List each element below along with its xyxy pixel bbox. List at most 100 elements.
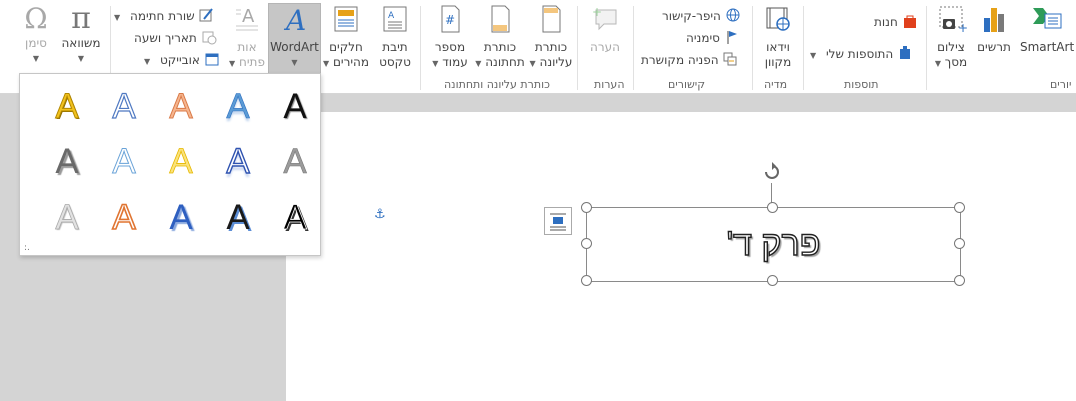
signature-pen-icon	[199, 8, 214, 22]
group-separator	[420, 6, 421, 90]
signature-line-button[interactable]: ▼ שורת חתימה	[114, 7, 214, 26]
wordart-style-black-blue-shadow[interactable]: A	[215, 195, 261, 241]
quick-parts-button[interactable]: חלקים ▼ מהירים	[322, 4, 370, 71]
header-icon	[542, 5, 561, 33]
wordart-style-gray-shadow[interactable]: A	[44, 139, 90, 185]
hyperlink-label: היפר-קישור	[662, 9, 721, 23]
wordart-style-orange-outline[interactable]: A	[101, 195, 147, 241]
group-separator	[803, 6, 804, 90]
wordart-style-yellow[interactable]: A	[158, 139, 204, 185]
group-separator	[926, 6, 927, 90]
wordart-style-blue-reflect-outline[interactable]: A	[215, 139, 261, 185]
wordart-style-blue-outline[interactable]: A	[101, 84, 147, 130]
wordart-button[interactable]: A WordArt ▼	[268, 3, 321, 75]
cross-reference-button[interactable]: הפניה מקושרת	[641, 51, 738, 70]
smartart-label: SmartArt	[1020, 40, 1075, 54]
resize-handle-top[interactable]	[767, 202, 778, 213]
footer-button[interactable]: כותרת ▼ תחתונה	[474, 4, 526, 71]
quick-parts-label-2: מהירים	[332, 55, 370, 69]
new-comment-button[interactable]: + הערה	[580, 4, 630, 55]
text-box-label-1: תיבת	[382, 40, 408, 54]
resize-handle-bottom-left[interactable]	[581, 275, 592, 286]
svg-text:+: +	[592, 5, 602, 19]
text-box-button[interactable]: A תיבת טקסט	[372, 4, 418, 70]
footer-label-2-row: ▼ תחתונה	[474, 55, 526, 71]
group-label-addins: תוספות	[844, 78, 879, 91]
chevron-down-icon: ▼	[529, 59, 536, 68]
resize-handle-bottom[interactable]	[767, 275, 778, 286]
quick-parts-label-1: חלקים	[329, 40, 363, 54]
rotate-icon	[765, 162, 779, 179]
wordart-style-black-white-outline[interactable]: A	[272, 195, 318, 241]
rotate-handle[interactable]	[760, 160, 784, 184]
chevron-down-icon: ▼	[934, 59, 941, 68]
anchor-icon: ⚓	[374, 207, 386, 222]
resize-grip-icon[interactable]: :.	[24, 243, 30, 253]
symbol-label: סימן	[25, 36, 47, 50]
page-number-label-1: מספר	[434, 40, 466, 54]
text-box-label-2: טקסט	[379, 55, 411, 69]
screenshot-label-1: צילום	[937, 40, 965, 54]
wordart-style-blue-bevel[interactable]: A	[158, 195, 204, 241]
symbol-button[interactable]: Ω סימן ▼	[14, 4, 58, 66]
equation-button[interactable]: π משוואה ▼	[56, 4, 106, 66]
drop-cap-label-2: פתיח	[239, 55, 265, 69]
object-button[interactable]: ▼ אובייקט	[144, 51, 220, 70]
chevron-down-icon: ▼	[432, 59, 439, 68]
date-time-button[interactable]: תאריך ושעה	[134, 29, 217, 48]
omega-icon: Ω	[24, 2, 48, 35]
chevron-down-icon: ▼	[32, 54, 40, 63]
group-separator	[752, 6, 753, 90]
wordart-style-orange-gradient[interactable]: A	[158, 84, 204, 130]
group-label-media: מדיה	[764, 78, 788, 91]
pi-icon: π	[71, 1, 91, 36]
svg-text:A: A	[242, 6, 255, 27]
my-addins-button[interactable]: ▼ התוספות שלי	[810, 45, 913, 64]
header-button[interactable]: כותרת ▼ עליונה	[526, 4, 576, 71]
store-icon	[903, 15, 916, 28]
page-number-button[interactable]: # מספר ▼ עמוד	[426, 4, 474, 71]
hyperlink-button[interactable]: היפר-קישור	[662, 7, 741, 26]
wordart-style-light-blue-outline[interactable]: A	[101, 139, 147, 185]
wordart-icon: A	[283, 4, 306, 37]
bookmark-label: סימניה	[686, 31, 720, 45]
drop-cap-button[interactable]: A אות ▼ פתיח	[228, 4, 266, 71]
resize-handle-left[interactable]	[581, 238, 592, 249]
layout-options-button[interactable]	[544, 207, 572, 235]
group-label-header-footer: כותרת עליונה ותחתונה	[444, 78, 550, 91]
screenshot-icon: +	[939, 6, 968, 35]
chart-button[interactable]: תרשים	[972, 4, 1016, 55]
resize-handle-top-left[interactable]	[581, 202, 592, 213]
chevron-down-icon: ▼	[291, 58, 298, 67]
resize-handle-bottom-right[interactable]	[954, 275, 965, 286]
wordart-text[interactable]: פרק ד'	[587, 208, 960, 281]
svg-text:A: A	[283, 4, 306, 34]
drop-cap-label-1: אות	[237, 40, 257, 54]
screenshot-label-2-row: ▼ מסך	[930, 55, 972, 71]
chevron-down-icon: ▼	[77, 54, 85, 63]
svg-text:#: #	[445, 13, 455, 27]
wordart-style-blue-reflection[interactable]: A	[215, 84, 261, 130]
header-label-1: כותרת	[534, 40, 568, 54]
wordart-style-light-gray[interactable]: A	[44, 195, 90, 241]
svg-text:A: A	[388, 11, 395, 21]
wordart-style-black[interactable]: A	[272, 84, 318, 130]
wordart-style-gold[interactable]: A	[44, 84, 90, 130]
bookmark-button[interactable]: סימניה	[686, 29, 740, 48]
wordart-style-silver[interactable]: A	[272, 139, 318, 185]
resize-handle-right[interactable]	[954, 238, 965, 249]
cross-reference-icon	[723, 52, 737, 66]
wordart-textbox[interactable]: פרק ד'	[586, 207, 961, 282]
smartart-icon	[1033, 8, 1062, 29]
cross-reference-label: הפניה מקושרת	[641, 53, 719, 67]
drop-cap-icon: A	[236, 6, 258, 31]
group-label-links: קישורים	[668, 78, 706, 91]
store-button[interactable]: חנות	[874, 13, 918, 32]
resize-handle-top-right[interactable]	[954, 202, 965, 213]
smartart-button[interactable]: SmartArt	[1020, 4, 1075, 55]
online-video-icon	[766, 7, 790, 31]
group-separator	[633, 6, 634, 90]
screenshot-button[interactable]: + צילום ▼ מסך	[930, 4, 972, 71]
online-video-button[interactable]: וידאו מקוון	[756, 4, 800, 70]
bookmark-flag-icon	[727, 31, 737, 44]
